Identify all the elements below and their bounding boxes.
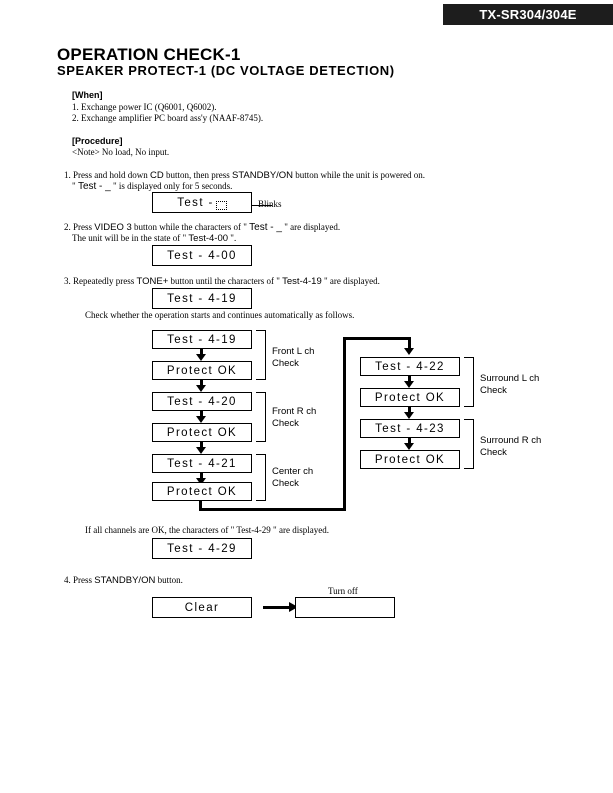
arrow-down-r1: [404, 381, 414, 388]
final-note: If all channels are OK, the characters o…: [85, 525, 329, 535]
flow-box-protect-ok-1: Protect OK: [152, 361, 252, 380]
flow-box-test-4-19: Test - 4-19: [152, 330, 252, 349]
when-item-2: 2. Exchange amplifier PC board ass'y (NA…: [72, 113, 264, 123]
step1-display-ref: Test - _: [77, 181, 111, 192]
procedure-note: <Note> No load, No input.: [72, 147, 170, 157]
label-surround-r-check: Surround R ch Check: [480, 435, 541, 459]
bracket-surround-l: [464, 357, 474, 407]
page-title: OPERATION CHECK-1: [57, 45, 241, 64]
label-center-line1: Center ch: [272, 466, 314, 477]
step2-button-video3: VIDEO 3: [94, 222, 132, 233]
flow-box-protect-ok-5: Protect OK: [360, 450, 460, 469]
label-surround-r-line2: Check: [480, 447, 507, 458]
label-surround-r-line1: Surround R ch: [480, 435, 542, 446]
step3-text-e: " are displayed.: [321, 276, 380, 286]
arrow-down-l2: [196, 385, 206, 392]
step2-display-ref: Test - _: [249, 222, 282, 233]
label-front-r-line2: Check: [272, 418, 299, 429]
label-front-l-line2: Check: [272, 358, 299, 369]
arrow-down-l3: [196, 416, 206, 423]
bracket-surround-r: [464, 419, 474, 469]
bracket-front-l: [256, 330, 266, 380]
step1-text-c: button, then press: [163, 170, 232, 180]
flow-box-protect-ok-3: Protect OK: [152, 482, 252, 501]
model-badge: TX-SR304/304E: [443, 4, 613, 25]
turn-off-label: Turn off: [328, 586, 358, 596]
blinks-label: Blinks: [258, 199, 282, 209]
step1-button-cd: CD: [150, 170, 164, 181]
step2-state-c: ".: [228, 233, 237, 243]
label-surround-l-line2: Check: [480, 385, 507, 396]
label-front-r-check: Front R ch Check: [272, 406, 316, 430]
when-heading: [When]: [72, 90, 103, 100]
step2-text-c: button while the characters of ": [131, 222, 250, 232]
step4-text-a: 4. Press: [64, 575, 95, 585]
bracket-front-r: [256, 392, 266, 442]
step1-quote-rest: " is displayed only for 5 seconds.: [110, 181, 233, 191]
connector-seg-right: [199, 508, 346, 511]
step3-text-c: button until the characters of ": [168, 276, 283, 286]
display-box-test-4-29: Test - 4-29: [152, 538, 252, 559]
step2-state-code: Test-4-00: [188, 233, 229, 244]
display-box-test-4-19-initial: Test - 4-19: [152, 288, 252, 309]
step3-text-a: 3. Repeatedly press: [64, 276, 137, 286]
display-box-turn-off: [295, 597, 395, 618]
step1-line1: 1. Press and hold down CD button, then p…: [64, 170, 425, 181]
arrow-down-r2: [404, 412, 414, 419]
step1-line2: " Test - _ " is displayed only for 5 sec…: [72, 181, 232, 192]
display-box-test-4-00: Test - 4-00: [152, 245, 252, 266]
display-box-clear: Clear: [152, 597, 252, 618]
step1-text-e: button while the unit is powered on.: [293, 170, 426, 180]
step2-line1: 2. Press VIDEO 3 button while the charac…: [64, 222, 340, 233]
label-center-line2: Check: [272, 478, 299, 489]
arrow-down-into-right: [404, 348, 414, 355]
step1-button-standby: STANDBY/ON: [231, 170, 294, 181]
flow-box-test-4-21: Test - 4-21: [152, 454, 252, 473]
step2-line2: The unit will be in the state of " Test-…: [72, 233, 236, 244]
label-front-l-line1: Front L ch: [272, 346, 315, 357]
check-note: Check whether the operation starts and c…: [85, 310, 355, 320]
arrow-down-r3: [404, 443, 414, 450]
step3-display-ref: Test-4-19: [282, 276, 322, 287]
step4-button-standby: STANDBY/ON: [94, 575, 156, 586]
step1-text-a: 1. Press and hold down: [64, 170, 150, 180]
flow-box-test-4-23: Test - 4-23: [360, 419, 460, 438]
label-surround-l-line1: Surround L ch: [480, 373, 540, 384]
connector-seg-top: [343, 337, 411, 340]
label-front-r-line1: Front R ch: [272, 406, 317, 417]
flow-box-test-4-20: Test - 4-20: [152, 392, 252, 411]
manual-page: TX-SR304/304E OPERATION CHECK-1 SPEAKER …: [0, 0, 613, 793]
arrow-down-l1: [196, 354, 206, 361]
step2-text-a: 2. Press: [64, 222, 95, 232]
page-subtitle: SPEAKER PROTECT-1 (DC VOLTAGE DETECTION): [57, 63, 395, 78]
step2-text-e: " are displayed.: [281, 222, 341, 232]
procedure-heading: [Procedure]: [72, 136, 123, 146]
connector-seg-up: [343, 337, 346, 511]
step3-line1: 3. Repeatedly press TONE+ button until t…: [64, 276, 380, 287]
label-surround-l-check: Surround L ch Check: [480, 373, 539, 397]
step4-line1: 4. Press STANDBY/ON button.: [64, 575, 183, 586]
arrow-down-l4: [196, 447, 206, 454]
when-item-1: 1. Exchange power IC (Q6001, Q6002).: [72, 102, 217, 112]
flow-box-protect-ok-4: Protect OK: [360, 388, 460, 407]
label-center-check: Center ch Check: [272, 466, 313, 490]
arrow-stem-turnoff: [263, 606, 291, 609]
step2-state-a: The unit will be in the state of ": [72, 233, 189, 243]
bracket-center: [256, 454, 266, 501]
display-text-prefix: Test -: [177, 196, 214, 209]
step3-button-tone: TONE+: [136, 276, 169, 287]
flow-box-protect-ok-2: Protect OK: [152, 423, 252, 442]
display-box-test-blank: Test -: [152, 192, 252, 213]
label-front-l-check: Front L ch Check: [272, 346, 314, 370]
blinking-cursor-icon: [215, 201, 227, 210]
step4-text-c: button.: [155, 575, 183, 585]
flow-box-test-4-22: Test - 4-22: [360, 357, 460, 376]
